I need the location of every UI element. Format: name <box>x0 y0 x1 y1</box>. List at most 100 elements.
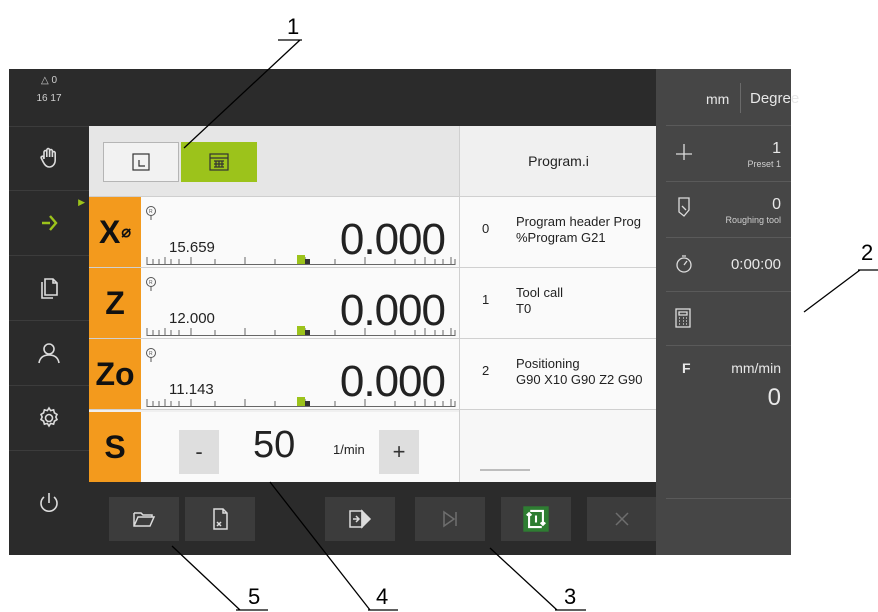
program-view-icon <box>209 153 229 171</box>
axis-label-zo[interactable]: Zo <box>89 339 141 409</box>
run-block-button[interactable] <box>325 497 395 541</box>
unit-selector: mm Degree <box>666 69 799 126</box>
stop-icon <box>615 512 629 526</box>
preset-label: Preset 1 <box>747 159 781 169</box>
view-toolbar <box>89 126 459 197</box>
calculator-icon <box>675 308 691 328</box>
unit-length[interactable]: mm <box>706 91 729 107</box>
stop-button[interactable] <box>587 497 657 541</box>
gear-icon <box>39 406 59 428</box>
close-program-icon <box>213 508 228 530</box>
single-block-button[interactable] <box>501 497 571 541</box>
block-title: Program header Prog <box>516 214 642 229</box>
run-block-icon <box>349 509 372 529</box>
preset-value: 1 <box>772 140 781 157</box>
active-indicator-icon: ▶ <box>78 197 85 207</box>
travel-scale-zo <box>146 397 456 407</box>
top-bar <box>89 69 656 126</box>
spindle-increase-button[interactable]: + <box>379 430 419 474</box>
axis-label-z[interactable]: Z <box>89 268 141 338</box>
timer-value: 0:00:00 <box>730 256 781 273</box>
axis-row-z: Z R 12.000 0.000 <box>89 268 459 339</box>
position-display: X ⌀ R 15.659 0.000 Z R 12.000 0.000 Zo R… <box>89 126 459 482</box>
program-block[interactable]: 1 Tool call T0 <box>460 268 657 339</box>
callout-4: 4 <box>376 584 389 609</box>
block-index: 2 <box>482 363 490 378</box>
tool-section[interactable]: 0 Roughing tool <box>666 182 791 238</box>
block-content: T0 <box>516 301 532 316</box>
preset-icon <box>676 144 692 160</box>
user-icon <box>38 343 60 364</box>
spindle-speed-value[interactable]: 50 <box>253 424 295 467</box>
feed-label: F <box>682 360 691 376</box>
position-view-button[interactable] <box>103 142 179 182</box>
sidebar-item-manual[interactable] <box>9 126 89 191</box>
program-block[interactable]: 2 Positioning G90 X10 G90 Z2 G90 <box>460 339 657 410</box>
travel-scale-z <box>146 326 456 336</box>
bottom-toolbar <box>89 482 657 555</box>
reference-mark-icon: R <box>146 277 156 291</box>
svg-text:R: R <box>149 280 153 286</box>
program-title: Program.i <box>460 126 657 197</box>
sidebar-item-files[interactable] <box>9 256 89 321</box>
clock-time: 16 17 <box>36 93 62 104</box>
block-index: 0 <box>482 221 490 236</box>
spindle-decrease-button[interactable]: - <box>179 430 219 474</box>
spindle-speed-unit: 1/min <box>333 442 365 457</box>
hand-icon <box>40 147 56 168</box>
program-block[interactable]: 0 Program header Prog %Program G21 <box>460 197 657 268</box>
callout-1: 1 <box>287 14 300 39</box>
stopwatch-icon <box>676 255 692 273</box>
block-index: 1 <box>482 292 490 307</box>
warning-count: △ 0 <box>40 75 58 86</box>
calculator-section[interactable] <box>666 292 791 346</box>
block-title: Tool call <box>516 285 563 300</box>
timer-section[interactable]: 0:00:00 <box>666 238 791 292</box>
feed-value: 0 <box>767 384 781 411</box>
close-program-button[interactable] <box>185 497 255 541</box>
sidebar-item-settings[interactable] <box>9 386 89 451</box>
program-panel: Program.i 0 Program header Prog %Program… <box>459 126 657 482</box>
block-content: G90 X10 G90 Z2 G90 <box>516 372 643 387</box>
callout-3: 3 <box>564 584 577 609</box>
axis-label-x[interactable]: X ⌀ <box>89 197 141 267</box>
unit-divider <box>740 83 741 113</box>
unit-angle[interactable]: Degree <box>750 90 799 107</box>
files-icon <box>41 278 58 299</box>
status-area: △ 0 16 17 <box>9 69 89 127</box>
program-view-button[interactable] <box>181 142 257 182</box>
block-title: Positioning <box>516 356 580 371</box>
next-block-button[interactable] <box>415 497 485 541</box>
open-folder-icon <box>133 512 156 527</box>
sidebar-item-user[interactable] <box>9 321 89 386</box>
reference-mark-icon: R <box>146 206 156 220</box>
tool-value: 0 <box>772 196 781 213</box>
sidebar-item-program-run[interactable]: ▶ <box>9 191 89 256</box>
sidebar-item-power[interactable] <box>9 451 89 555</box>
tool-label: Roughing tool <box>725 215 781 225</box>
tool-icon <box>678 197 690 217</box>
axis-row-zo: Zo R 11.143 0.000 <box>89 339 459 410</box>
warning-triangle-icon: △ <box>40 75 52 86</box>
spindle-row: S - 50 1/min + <box>89 412 459 482</box>
feed-section[interactable]: F mm/min 0 <box>666 346 791 499</box>
next-block-icon <box>443 510 457 528</box>
feed-unit: mm/min <box>731 360 781 376</box>
callout-5: 5 <box>248 584 261 609</box>
axis-row-x: X ⌀ R 15.659 0.000 <box>89 197 459 268</box>
device-screen: △ 0 16 17 ▶ X ⌀ R 15.659 0.000 Z R 12.00… <box>9 69 799 555</box>
position-view-icon <box>132 153 150 171</box>
open-program-button[interactable] <box>109 497 179 541</box>
single-block-icon <box>523 506 549 532</box>
status-panel: mm Degree 1 Preset 1 0 Roughing tool 0:0… <box>656 69 799 555</box>
power-icon <box>40 493 58 512</box>
axis-label-s: S <box>89 412 141 482</box>
drag-handle[interactable] <box>480 469 530 471</box>
arrow-right-icon <box>42 215 58 231</box>
sidebar: △ 0 16 17 ▶ <box>9 69 89 555</box>
block-content: %Program G21 <box>516 230 606 245</box>
preset-section[interactable]: 1 Preset 1 <box>666 126 791 182</box>
reference-mark-icon: R <box>146 348 156 362</box>
callout-2: 2 <box>861 240 874 265</box>
svg-text:R: R <box>149 209 153 215</box>
